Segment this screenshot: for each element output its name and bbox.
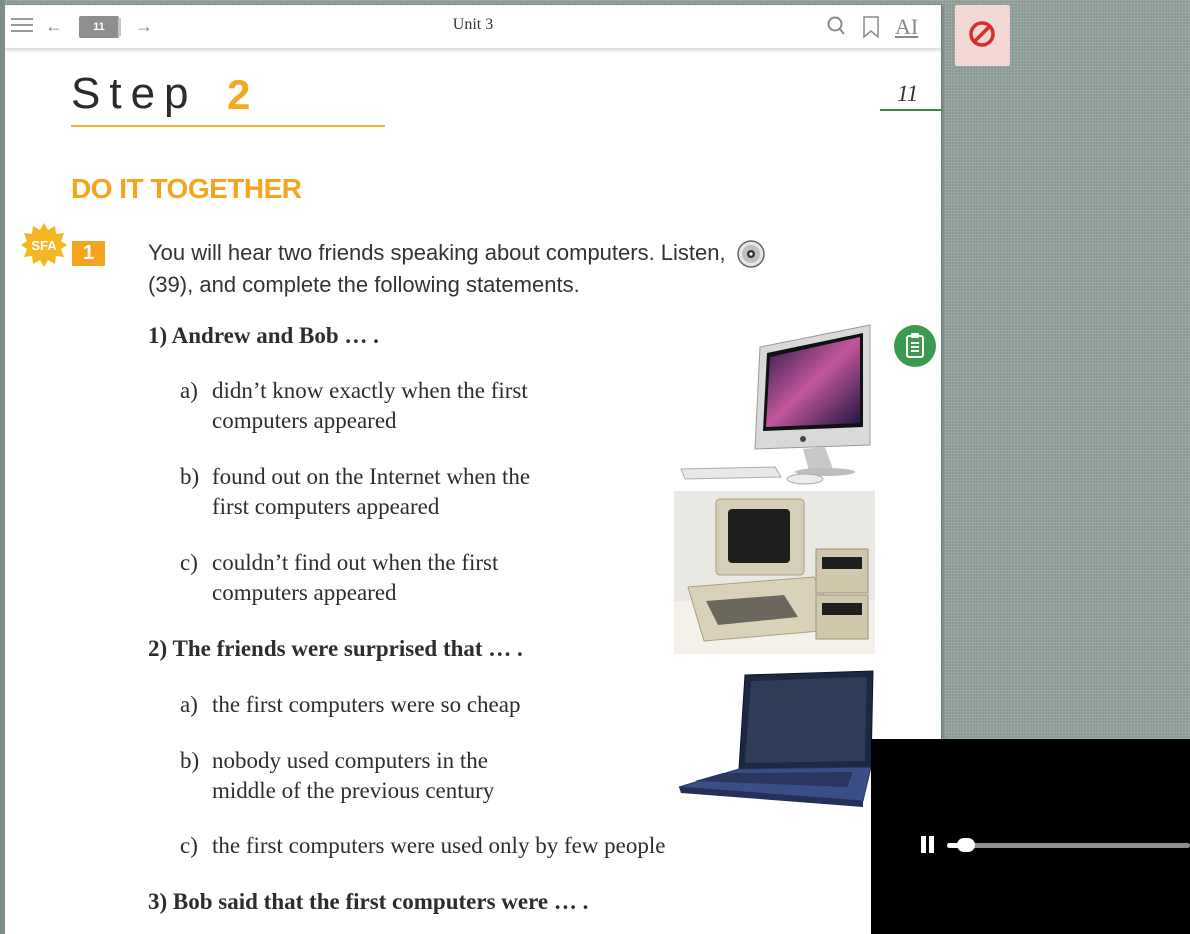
task-number: 1: [72, 241, 105, 266]
section-heading: DO IT TOGETHER: [71, 173, 302, 204]
question-1-option-a: a) didn’t know exactly when the first comp…: [180, 376, 528, 436]
option-letter: b): [180, 464, 200, 489]
sfa-badge-label: SFA: [31, 238, 57, 253]
option-line-1: the first computers were used only by fe…: [212, 833, 666, 858]
option-letter: a): [180, 378, 198, 403]
option-line-1: couldn’t find out when the first: [212, 550, 499, 575]
reader-toolbar: ← 11 → Unit 3 AI: [5, 5, 941, 49]
step-number: 2: [227, 71, 251, 118]
pause-icon[interactable]: [921, 836, 935, 854]
laptop-computer-image: [678, 670, 874, 807]
task-instruction: You will hear two friends speaking about…: [148, 237, 798, 301]
textbook-page: ← 11 → Unit 3 AI Step 2 11 DO IT TOGETHE…: [5, 5, 941, 934]
question-3-head: 3) Bob said that the first computers wer…: [148, 889, 589, 914]
question-2-option-b: b) nobody used computers in the middle of …: [180, 746, 494, 806]
sfa-badge-icon: SFA: [21, 223, 67, 267]
question-1-head: 1) Andrew and Bob … .: [148, 323, 379, 348]
apple-ii-computer-image: [674, 491, 875, 654]
bookmark-icon[interactable]: [862, 16, 880, 38]
option-line-1: found out on the Internet when the: [212, 464, 531, 489]
clipboard-icon: [906, 333, 924, 358]
option-letter: c): [180, 833, 198, 858]
clipboard-button[interactable]: [894, 325, 936, 367]
option-letter: a): [180, 692, 198, 717]
ban-icon: [969, 21, 995, 47]
question-2-head: 2) The friends were surprised that … .: [148, 636, 523, 661]
cd-icon[interactable]: [736, 239, 766, 269]
font-size-icon[interactable]: AI: [895, 14, 918, 40]
instruction-line-2: (39), and complete the following stateme…: [148, 272, 580, 298]
option-line-1: didn’t know exactly when the first: [212, 378, 528, 403]
option-line-2: computers appeared: [212, 580, 397, 605]
block-button[interactable]: [955, 5, 1010, 66]
unit-title: Unit 3: [452, 16, 494, 33]
question-2-option-a: a) the first computers were so cheap: [180, 690, 520, 720]
option-line-1: the first computers were so cheap: [212, 692, 521, 717]
page-number: 11: [897, 81, 919, 106]
imac-computer-image: [680, 324, 871, 485]
option-line-2: computers appeared: [212, 408, 397, 433]
option-line-2: first computers appeared: [212, 494, 440, 519]
progress-bar[interactable]: [947, 843, 1190, 848]
option-letter: b): [180, 748, 200, 773]
page-number-rule: [880, 109, 941, 111]
search-icon[interactable]: [827, 16, 845, 36]
option-line-2: middle of the previous century: [212, 778, 495, 803]
progress-knob[interactable]: [957, 838, 975, 852]
step-title: Step: [71, 69, 198, 118]
question-1-option-b: b) found out on the Internet when the firs…: [180, 462, 530, 522]
instruction-line-1: You will hear two friends speaking about…: [148, 240, 726, 265]
media-player: [871, 739, 1190, 934]
option-letter: c): [180, 550, 198, 575]
question-2-option-c: c) the first computers were used only by …: [180, 831, 665, 861]
step-underline: [71, 125, 385, 127]
option-line-1: nobody used computers in the: [212, 748, 488, 773]
question-1-option-c: c) couldn’t find out when the first comput…: [180, 548, 498, 608]
